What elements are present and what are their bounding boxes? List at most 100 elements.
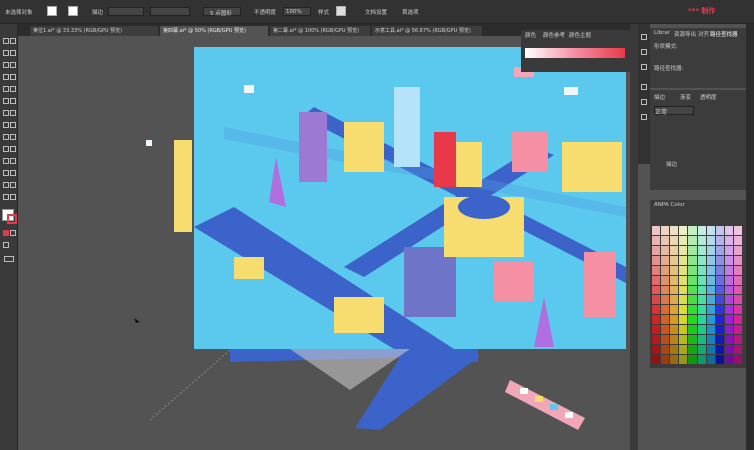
stroke-tab[interactable]: 描边 xyxy=(654,93,665,101)
swatch-cell[interactable] xyxy=(724,235,733,245)
swatch-cell[interactable] xyxy=(670,345,679,355)
swatch-cell[interactable] xyxy=(688,335,697,345)
swatch-cell[interactable] xyxy=(715,275,724,285)
gradient-panel-icon[interactable] xyxy=(641,99,647,105)
swatch-cell[interactable] xyxy=(697,226,706,235)
swatch-cell[interactable] xyxy=(688,265,697,275)
align-tab[interactable]: 对齐 xyxy=(698,30,709,38)
swatch-cell[interactable] xyxy=(724,315,733,325)
swatch-cell[interactable] xyxy=(706,335,715,345)
swatch-cell[interactable] xyxy=(733,305,742,315)
swatch-cell[interactable] xyxy=(724,325,733,335)
color-guide-tab[interactable]: 颜色参考 xyxy=(543,31,565,39)
swatch-cell[interactable] xyxy=(724,265,733,275)
swatch-cell[interactable] xyxy=(661,315,670,325)
swatch-cell[interactable] xyxy=(670,235,679,245)
libraries-tab[interactable]: Librar xyxy=(654,30,670,36)
swatch-cell[interactable] xyxy=(652,315,661,325)
swatch-cell[interactable] xyxy=(679,325,688,335)
swatch-cell[interactable] xyxy=(733,325,742,335)
align-icon[interactable] xyxy=(641,64,647,70)
swatch-cell[interactable] xyxy=(724,335,733,345)
swatch-cell[interactable] xyxy=(688,305,697,315)
swatch-cell[interactable] xyxy=(679,255,688,265)
swatch-cell[interactable] xyxy=(733,285,742,295)
swatch-cell[interactable] xyxy=(715,345,724,355)
swatch-cell[interactable] xyxy=(697,235,706,245)
swatch-cell[interactable] xyxy=(697,285,706,295)
swatch-cell[interactable] xyxy=(688,245,697,255)
swatch-cell[interactable] xyxy=(679,275,688,285)
swatch-cell[interactable] xyxy=(706,226,715,235)
swatch-cell[interactable] xyxy=(715,285,724,295)
swatch-cell[interactable] xyxy=(661,226,670,235)
swatch-cell[interactable] xyxy=(670,295,679,305)
swatch-cell[interactable] xyxy=(706,295,715,305)
swatch-cell[interactable] xyxy=(697,245,706,255)
swatch-cell[interactable] xyxy=(715,245,724,255)
gradient-tab[interactable]: 渐变 xyxy=(680,93,691,101)
swatch-cell[interactable] xyxy=(715,265,724,275)
swatch-cell[interactable] xyxy=(652,345,661,355)
artboard[interactable] xyxy=(194,47,626,349)
swatch-cell[interactable] xyxy=(688,275,697,285)
swatch-cell[interactable] xyxy=(670,355,679,364)
swatch-cell[interactable] xyxy=(670,325,679,335)
swatch-cell[interactable] xyxy=(733,315,742,325)
swatch-cell[interactable] xyxy=(715,315,724,325)
swatch-cell[interactable] xyxy=(733,255,742,265)
swatch-cell[interactable] xyxy=(706,355,715,364)
transform-icon[interactable] xyxy=(641,49,647,55)
swatch-cell[interactable] xyxy=(733,245,742,255)
swatch-cell[interactable] xyxy=(688,285,697,295)
swatch-cell[interactable] xyxy=(724,226,733,235)
swatch-cell[interactable] xyxy=(688,315,697,325)
swatch-cell[interactable] xyxy=(661,295,670,305)
swatch-cell[interactable] xyxy=(661,235,670,245)
swatch-cell[interactable] xyxy=(733,335,742,345)
swatch-grid[interactable] xyxy=(652,226,742,364)
swatch-cell[interactable] xyxy=(652,265,661,275)
swatch-cell[interactable] xyxy=(670,245,679,255)
swatch-cell[interactable] xyxy=(661,255,670,265)
swatch-cell[interactable] xyxy=(724,275,733,285)
swatch-cell[interactable] xyxy=(706,325,715,335)
swatch-cell[interactable] xyxy=(652,226,661,235)
swatch-cell[interactable] xyxy=(715,325,724,335)
stroke-panel-icon[interactable] xyxy=(641,84,647,90)
color-themes-tab[interactable]: 颜色主题 xyxy=(569,31,591,39)
swatch-cell[interactable] xyxy=(706,275,715,285)
swatch-cell[interactable] xyxy=(688,355,697,364)
swatch-cell[interactable] xyxy=(661,265,670,275)
swatch-cell[interactable] xyxy=(670,285,679,295)
swatch-cell[interactable] xyxy=(724,285,733,295)
swatch-cell[interactable] xyxy=(652,285,661,295)
swatch-cell[interactable] xyxy=(697,275,706,285)
blend-mode-select[interactable]: 正常 xyxy=(654,106,694,116)
swatch-cell[interactable] xyxy=(652,255,661,265)
swatch-cell[interactable] xyxy=(733,345,742,355)
libraries-icon[interactable] xyxy=(641,34,647,40)
swatch-cell[interactable] xyxy=(652,245,661,255)
swatch-cell[interactable] xyxy=(652,235,661,245)
swatch-cell[interactable] xyxy=(733,265,742,275)
swatch-cell[interactable] xyxy=(661,355,670,364)
swatch-cell[interactable] xyxy=(715,355,724,364)
swatch-cell[interactable] xyxy=(670,305,679,315)
swatch-cell[interactable] xyxy=(670,275,679,285)
swatch-cell[interactable] xyxy=(697,305,706,315)
swatch-cell[interactable] xyxy=(733,226,742,235)
swatch-cell[interactable] xyxy=(679,345,688,355)
swatch-cell[interactable] xyxy=(733,235,742,245)
swatch-cell[interactable] xyxy=(715,235,724,245)
swatch-cell[interactable] xyxy=(697,325,706,335)
swatch-cell[interactable] xyxy=(679,235,688,245)
swatch-cell[interactable] xyxy=(715,305,724,315)
swatch-cell[interactable] xyxy=(724,295,733,305)
swatch-cell[interactable] xyxy=(679,285,688,295)
swatch-cell[interactable] xyxy=(679,315,688,325)
transparency-panel-icon[interactable] xyxy=(641,114,647,120)
swatch-cell[interactable] xyxy=(706,345,715,355)
swatch-cell[interactable] xyxy=(706,255,715,265)
swatch-cell[interactable] xyxy=(724,255,733,265)
